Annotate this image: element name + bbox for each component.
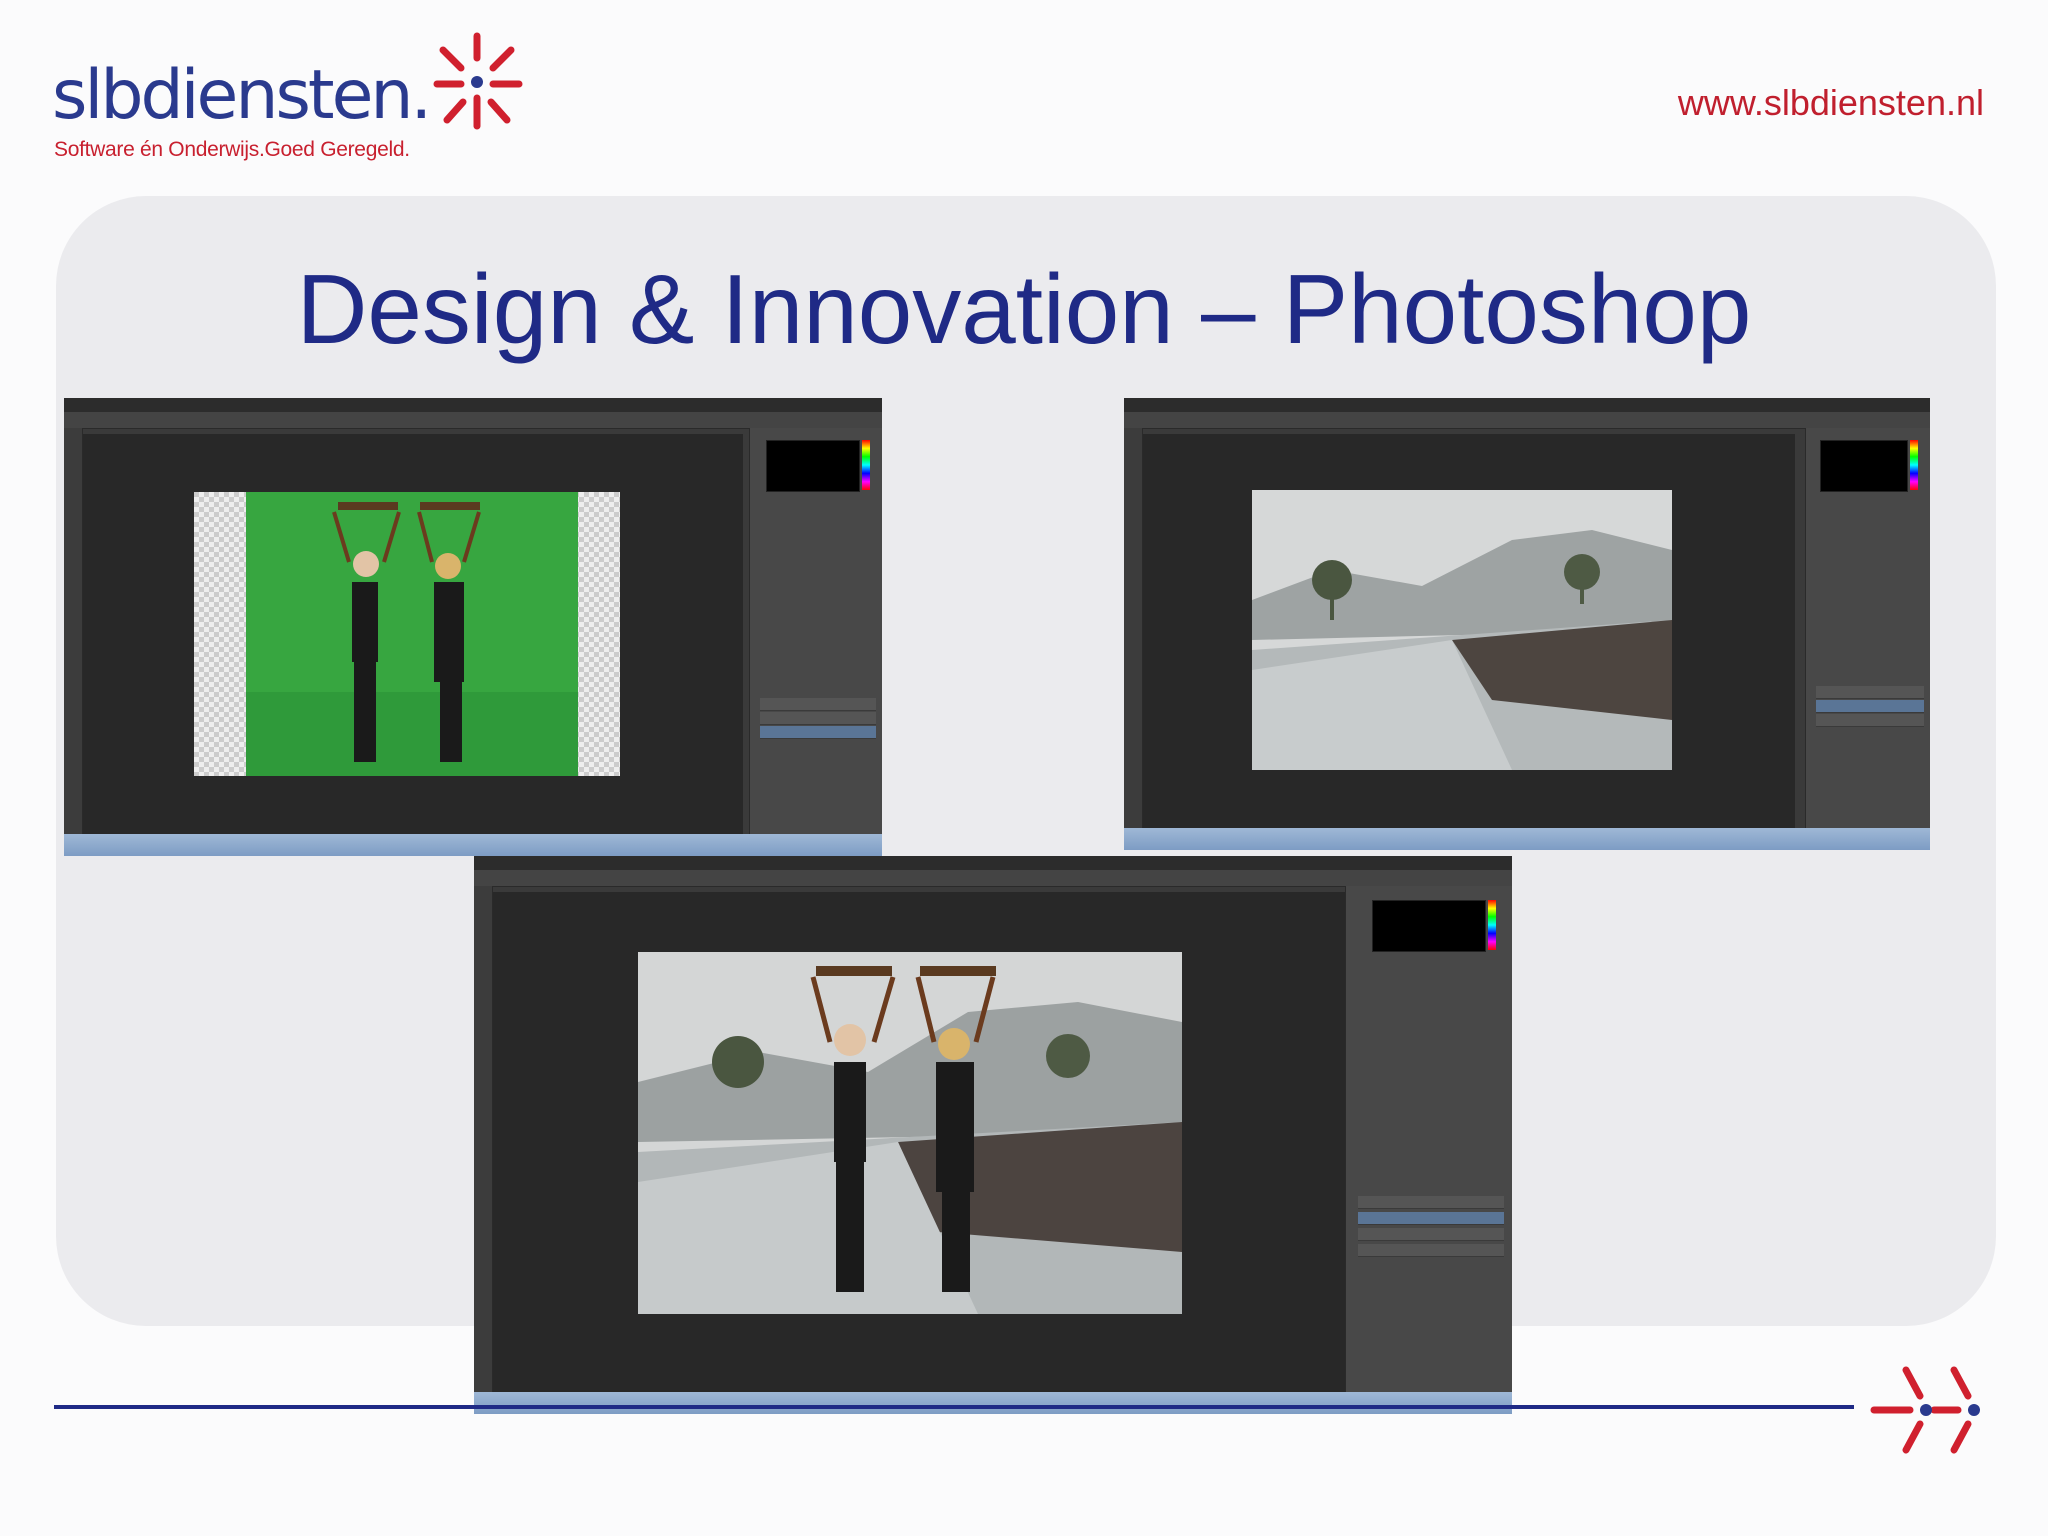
slbdiensten-logo: slbdiensten. Software én Onderwijs.Goed … [52,28,523,168]
hue-slider[interactable] [862,440,870,490]
logo-tagline: Software én Onderwijs.Goed Geregeld. [54,138,410,161]
ps-menubar [474,856,1512,870]
ps-options-bar [64,412,882,429]
color-picker [1372,900,1486,952]
layer-row[interactable] [1358,1196,1504,1209]
landscape-photo [1252,490,1672,770]
photoshop-screenshot-green-screen [64,398,882,856]
layer-row[interactable] [760,712,876,725]
ps-options-bar [474,870,1512,887]
ps-toolbar [1124,428,1143,828]
hue-slider[interactable] [1488,900,1496,950]
green-screen-photo [194,492,620,776]
ps-menubar [1124,398,1930,412]
ps-right-panels [1345,886,1512,1392]
windows-taskbar [64,834,882,856]
color-picker [766,440,860,492]
footer-rule [54,1405,1854,1409]
ps-right-panels [1805,428,1930,828]
layer-row[interactable] [1816,714,1924,727]
layer-row[interactable] [1816,700,1924,713]
windows-taskbar [474,1392,1512,1414]
website-url[interactable]: www.slbdiensten.nl [1678,82,1984,124]
ps-menubar [64,398,882,412]
color-picker [1820,440,1908,492]
layer-row[interactable] [1816,686,1924,699]
photoshop-screenshot-composite [474,856,1512,1414]
layer-row[interactable] [760,726,876,739]
layer-row[interactable] [1358,1212,1504,1225]
ps-toolbar [64,428,83,834]
composite-photo [638,952,1182,1314]
logo-star-icon [433,32,523,130]
footer-arrows-icon [1870,1366,1980,1454]
hue-slider[interactable] [1910,440,1918,490]
logo-wordmark: slbdiensten. [52,56,432,135]
slide-title: Design & Innovation – Photoshop [296,254,1752,364]
photoshop-screenshot-landscape [1124,398,1930,850]
ps-right-panels [749,428,882,834]
ps-options-bar [1124,412,1930,429]
layer-row[interactable] [1358,1228,1504,1241]
windows-taskbar [1124,828,1930,850]
ps-toolbar [474,886,493,1392]
layer-row[interactable] [760,698,876,711]
layer-row[interactable] [1358,1244,1504,1257]
